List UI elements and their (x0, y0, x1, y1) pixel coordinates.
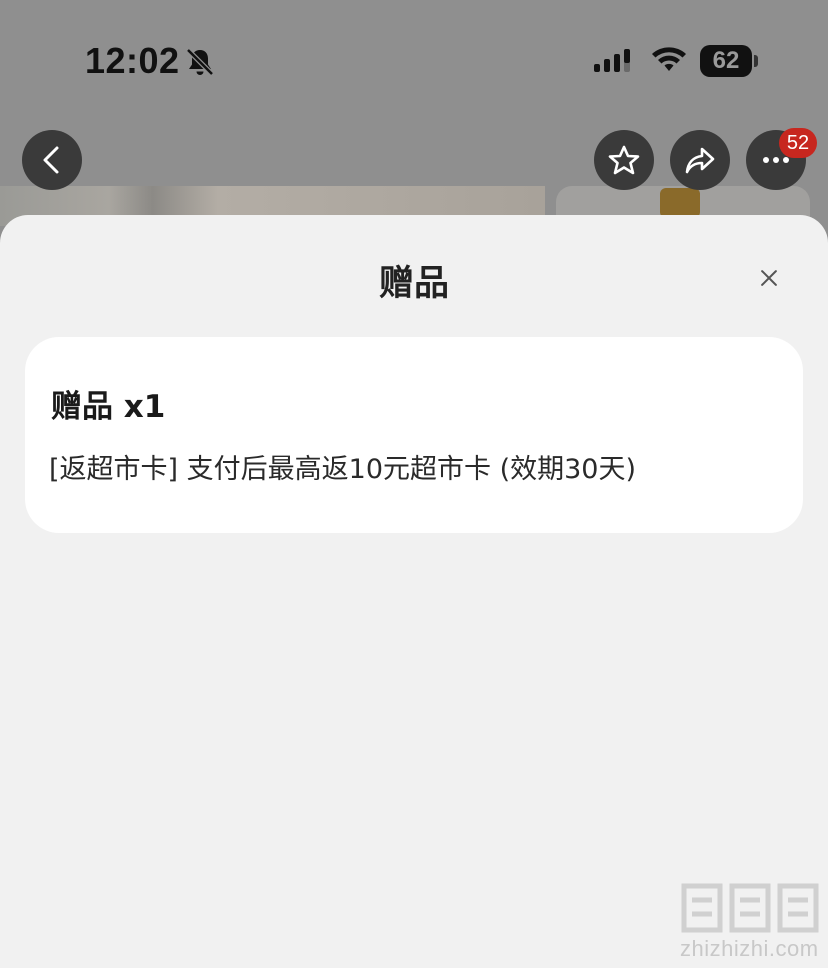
product-bottle-image (660, 188, 700, 218)
gift-title: 赠品 x1 (51, 389, 166, 425)
battery-cap (754, 55, 758, 67)
status-time: 12:02 (85, 40, 180, 81)
gift-description: [返超市卡] 支付后最高返10元超市卡 (效期30天) (49, 454, 637, 485)
bell-muted-icon (186, 48, 214, 76)
back-button[interactable] (22, 130, 82, 190)
watermark-text: zhizhizhi.com (680, 936, 819, 961)
close-button[interactable] (752, 261, 786, 295)
notification-badge: 52 (779, 128, 817, 158)
cellular-signal-icon (594, 49, 630, 72)
close-icon (761, 270, 777, 286)
favorite-button[interactable] (594, 130, 654, 190)
chevron-left-icon (43, 146, 59, 174)
sheet-title: 赠品 (378, 264, 449, 304)
star-icon (608, 145, 640, 175)
battery-icon: 62 (700, 45, 752, 77)
gift-bottom-sheet: 赠品 赠品 x1 [返超市卡] 支付后最高返10元超市卡 (效期30天) (0, 215, 828, 968)
gift-card: 赠品 x1 [返超市卡] 支付后最高返10元超市卡 (效期30天) (25, 337, 803, 533)
status-bar: 12:02 62 (0, 0, 828, 120)
wifi-icon (652, 47, 686, 71)
share-button[interactable] (670, 130, 730, 190)
share-icon (685, 147, 715, 174)
watermark-logo (681, 883, 819, 933)
